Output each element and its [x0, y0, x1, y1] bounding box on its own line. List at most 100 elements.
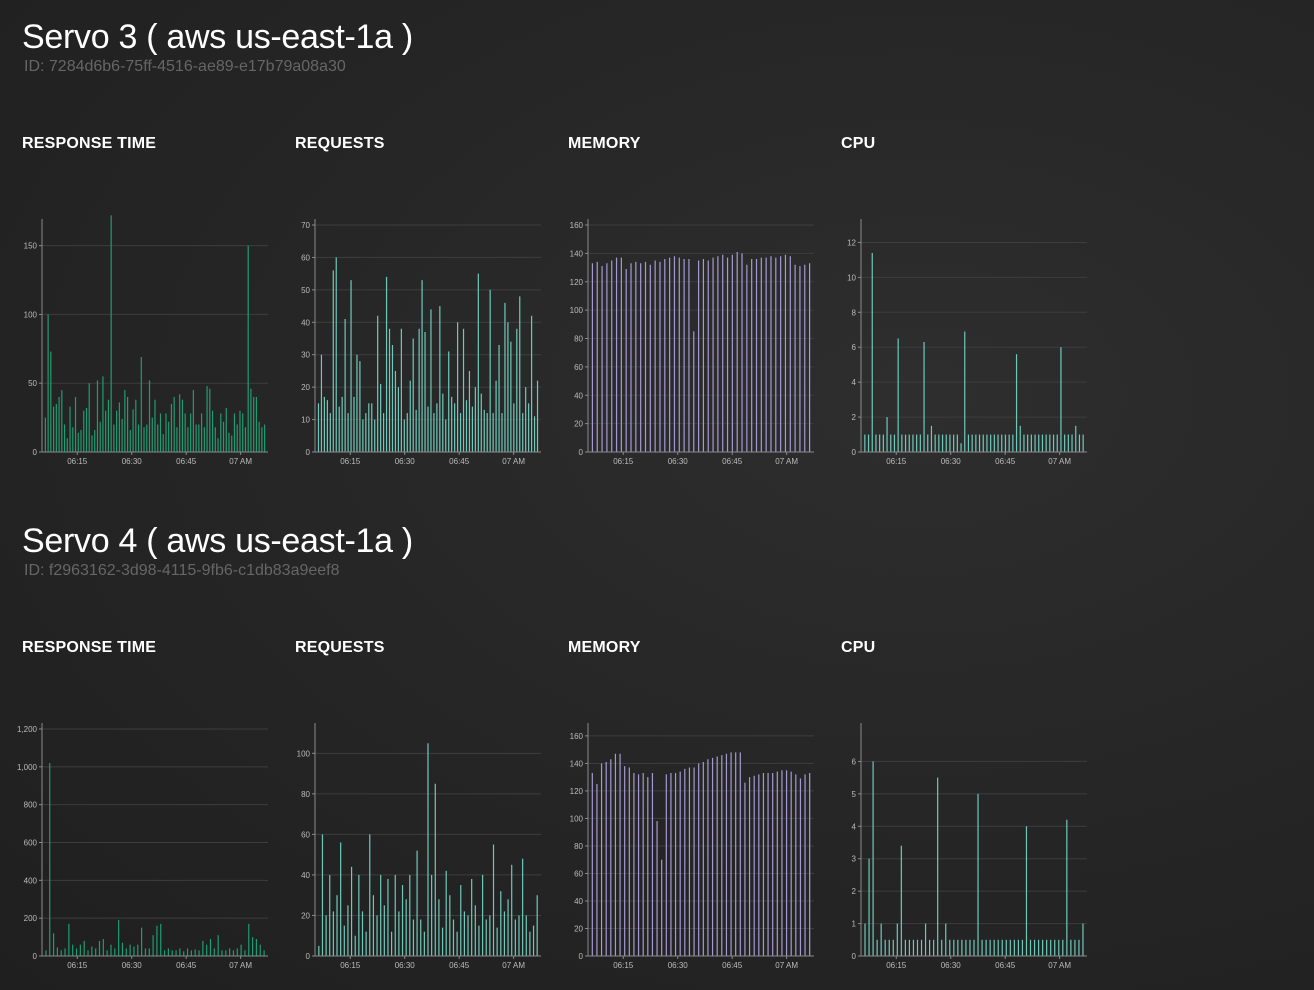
y-tick-label: 30 [301, 351, 310, 360]
requests-chart: 0 20 40 60 80 100 06:15 06:30 06:45 07 AM [297, 723, 541, 970]
x-tick-label: 06:15 [613, 457, 634, 466]
cpu-chart: 0 1 2 3 4 5 6 06:15 06:30 06:45 07 AM [852, 723, 1087, 970]
y-tick-label: 2 [852, 413, 857, 422]
y-tick-label: 60 [301, 253, 310, 262]
panel-title: REQUESTS [295, 639, 385, 656]
y-tick-label: 160 [570, 732, 584, 741]
y-tick-label: 20 [301, 911, 310, 920]
y-tick-label: 4 [852, 822, 857, 831]
y-tick-label: 0 [852, 448, 857, 457]
y-tick-label: 0 [306, 448, 311, 457]
x-tick-label: 06:15 [67, 961, 88, 970]
x-tick-label: 06:30 [668, 457, 689, 466]
y-tick-label: 160 [570, 221, 584, 230]
x-tick-label: 07 AM [229, 457, 252, 466]
x-tick-label: 06:30 [122, 457, 143, 466]
y-tick-label: 3 [852, 855, 857, 864]
y-tick-label: 120 [570, 278, 584, 287]
x-tick-label: 06:30 [941, 457, 962, 466]
y-tick-label: 60 [574, 363, 583, 372]
memory-panel: MEMORY 0 20 40 60 80 100 120 140 160 06:15 06:30 06… [568, 639, 841, 970]
x-tick-label: 07 AM [775, 457, 798, 466]
response-time-chart: 0 200 400 600 800 1,000 1,200 06:15 06:30 06:45 07… [17, 723, 268, 970]
panel-title: CPU [841, 639, 876, 656]
panel-title: MEMORY [568, 639, 641, 656]
y-tick-label: 60 [574, 869, 583, 878]
y-tick-label: 1,000 [17, 763, 38, 772]
server-id: ID: 7284d6b6-75ff-4516-ae89-e17b79a08a30 [24, 58, 346, 75]
y-tick-label: 20 [301, 383, 310, 392]
panel-title: REQUESTS [295, 135, 385, 152]
x-tick-label: 06:15 [340, 961, 361, 970]
x-tick-label: 07 AM [775, 961, 798, 970]
y-tick-label: 120 [570, 787, 584, 796]
x-tick-label: 06:45 [449, 457, 470, 466]
y-tick-label: 0 [579, 448, 584, 457]
y-tick-label: 6 [852, 343, 857, 352]
y-tick-label: 6 [852, 757, 857, 766]
y-tick-label: 4 [852, 378, 857, 387]
y-tick-label: 80 [574, 842, 583, 851]
y-tick-label: 40 [574, 391, 583, 400]
cpu-chart: 0 2 4 6 8 10 12 06:15 06:30 06:45 07 AM [847, 219, 1087, 466]
y-tick-label: 8 [852, 308, 857, 317]
y-tick-label: 1,200 [17, 725, 38, 734]
y-tick-label: 40 [574, 897, 583, 906]
x-tick-label: 06:30 [395, 457, 416, 466]
server-id: ID: f2963162-3d98-4115-9fb6-c1db83a9eef8 [24, 562, 340, 579]
cpu-panel: CPU 0 2 4 6 8 10 12 06:15 06:30 06:45 07 AM [841, 135, 1114, 466]
y-tick-label: 140 [570, 249, 584, 258]
y-tick-label: 0 [306, 952, 311, 961]
x-tick-label: 06:15 [613, 961, 634, 970]
requests-chart: 0 10 20 30 40 50 60 70 06:15 06:30 06:45 07 AM [301, 219, 541, 466]
panel-title: RESPONSE TIME [22, 135, 157, 152]
x-tick-label: 07 AM [502, 961, 525, 970]
x-tick-label: 06:15 [886, 961, 907, 970]
x-tick-label: 06:30 [668, 961, 689, 970]
y-tick-label: 0 [579, 952, 584, 961]
y-tick-label: 100 [570, 306, 584, 315]
y-tick-label: 20 [574, 420, 583, 429]
y-tick-label: 10 [847, 273, 856, 282]
y-tick-label: 150 [24, 242, 38, 251]
x-tick-label: 06:45 [995, 457, 1016, 466]
x-tick-label: 06:45 [176, 457, 197, 466]
y-tick-label: 12 [847, 238, 856, 247]
server-title: Servo 4 ( aws us-east-1a ) [22, 522, 413, 560]
x-tick-label: 06:45 [722, 961, 743, 970]
y-tick-label: 40 [301, 318, 310, 327]
y-tick-label: 50 [301, 286, 310, 295]
y-tick-label: 50 [28, 379, 37, 388]
x-tick-label: 07 AM [1048, 457, 1071, 466]
y-tick-label: 10 [301, 416, 310, 425]
memory-chart: 0 20 40 60 80 100 120 140 160 06:15 06:30 06:45 07 A… [570, 219, 814, 466]
y-tick-label: 0 [33, 952, 38, 961]
memory-panel: MEMORY 0 20 40 60 80 100 120 140 160 06:15 06:30 06… [568, 135, 841, 466]
y-tick-label: 5 [852, 790, 857, 799]
memory-chart: 0 20 40 60 80 100 120 140 160 06:15 06:30 06:45 07 A… [570, 723, 814, 970]
x-tick-label: 06:45 [722, 457, 743, 466]
requests-panel: REQUESTS 0 10 20 30 40 50 60 70 06:15 06:30 06:45 0… [295, 135, 568, 466]
y-tick-label: 800 [24, 801, 38, 810]
x-tick-label: 06:45 [995, 961, 1016, 970]
y-tick-label: 600 [24, 839, 38, 848]
y-tick-label: 140 [570, 759, 584, 768]
y-tick-label: 0 [33, 448, 38, 457]
y-tick-label: 20 [574, 924, 583, 933]
y-tick-label: 70 [301, 221, 310, 230]
x-tick-label: 07 AM [229, 961, 252, 970]
y-tick-label: 1 [852, 920, 857, 929]
y-tick-label: 100 [24, 310, 38, 319]
server-title: Servo 3 ( aws us-east-1a ) [22, 18, 413, 56]
y-tick-label: 80 [301, 790, 310, 799]
panel-title: RESPONSE TIME [22, 639, 157, 656]
y-tick-label: 400 [24, 876, 38, 885]
y-tick-label: 0 [852, 952, 857, 961]
y-tick-label: 200 [24, 914, 38, 923]
x-tick-label: 06:30 [122, 961, 143, 970]
y-tick-label: 2 [852, 887, 857, 896]
x-tick-label: 06:15 [886, 457, 907, 466]
x-tick-label: 06:15 [340, 457, 361, 466]
y-tick-label: 80 [574, 335, 583, 344]
x-tick-label: 07 AM [1048, 961, 1071, 970]
